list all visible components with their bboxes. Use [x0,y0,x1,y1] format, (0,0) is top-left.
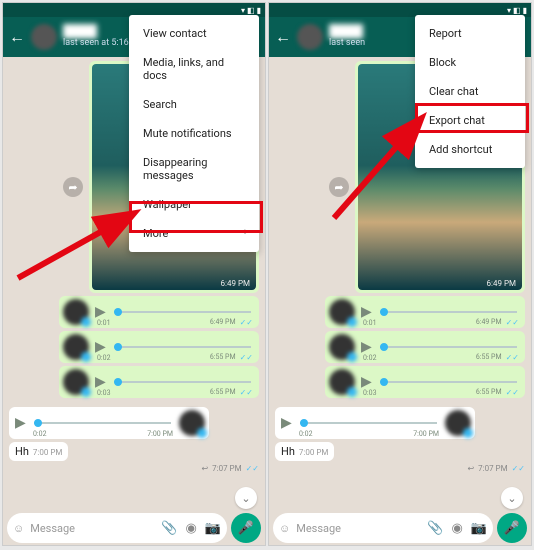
read-ticks-icon: ✓✓ [512,464,525,473]
read-ticks-icon: ✓✓ [240,318,253,327]
menu-report[interactable]: Report [415,19,525,48]
context-menu-more: Report Block Clear chat Export chat Add … [415,15,525,168]
play-icon[interactable]: ▶ [361,374,372,390]
camera-icon[interactable]: 📷 [205,521,221,536]
payment-icon[interactable]: ◉ [451,521,462,536]
phone-left: ▾ ◧ ▮ ← ████ last seen at 5:16 ▢ ✆ ⋮ ➦ 6… [2,2,266,546]
play-icon[interactable]: ▶ [95,304,106,320]
camera-icon[interactable]: 📷 [471,521,487,536]
read-ticks-icon: ✓✓ [240,353,253,362]
voice-duration: 0:02 [33,430,47,438]
avatar [329,369,355,395]
avatar [63,334,89,360]
play-icon[interactable]: ▶ [281,415,292,431]
msg-text: Hh [281,445,295,458]
emoji-icon[interactable]: ☺ [279,522,290,535]
voice-message[interactable]: ▶ 0:03 6:55 PM✓✓ [59,366,259,398]
read-ticks-icon: ✓✓ [506,318,519,327]
back-icon[interactable]: ← [275,27,291,47]
text-message[interactable]: Hh 7:00 PM [9,442,68,461]
menu-export-chat[interactable]: Export chat [415,106,525,135]
menu-disappearing[interactable]: Disappearing messages [129,148,259,190]
menu-clear-chat[interactable]: Clear chat [415,77,525,106]
emoji-icon[interactable]: ☺ [13,522,24,535]
mic-button[interactable]: 🎤 [497,513,527,543]
reply-indicator: ↩ 7:07 PM ✓✓ [201,464,259,473]
menu-media[interactable]: Media, links, and docs [129,48,259,90]
play-icon[interactable]: ▶ [95,339,106,355]
chevron-right-icon: ▸ [244,227,249,237]
reply-icon: ↩ [467,464,474,473]
menu-wallpaper[interactable]: Wallpaper [129,190,259,219]
avatar [329,334,355,360]
avatar [445,410,471,436]
play-icon[interactable]: ▶ [361,304,372,320]
msg-time: 6:49 PM [221,279,250,288]
menu-mute[interactable]: Mute notifications [129,119,259,148]
menu-add-shortcut[interactable]: Add shortcut [415,135,525,164]
message-input[interactable]: ☺ Message 📎 ◉ 📷 [273,513,493,543]
payment-icon[interactable]: ◉ [185,521,196,536]
back-icon[interactable]: ← [9,27,25,47]
phone-right: ▾ ◧ ▮ ← ████ last seen ▢ ✆ ⋮ ➦ 6:49 PM ▶… [268,2,532,546]
voice-message[interactable]: ▶ 0:01 6:49 PM✓✓ [59,296,259,328]
message-input[interactable]: ☺ Message 📎 ◉ 📷 [7,513,227,543]
voice-message[interactable]: ▶ 0:03 6:55 PM✓✓ [325,366,525,398]
msg-time: 7:00 PM [33,448,62,457]
avatar [179,410,205,436]
voice-message-incoming[interactable]: ▶ 0:02 7:00 PM [275,407,475,439]
mic-button[interactable]: 🎤 [231,513,261,543]
menu-more[interactable]: More ▸ [129,219,259,248]
text-message[interactable]: Hh 7:00 PM [275,442,334,461]
voice-message[interactable]: ▶ 0:01 6:49 PM✓✓ [325,296,525,328]
attach-icon[interactable]: 📎 [427,521,443,536]
voice-duration: 0:03 [97,389,111,397]
voice-duration: 0:03 [363,389,377,397]
voice-message-incoming[interactable]: ▶ 0:02 7:00 PM [9,407,209,439]
avatar[interactable] [31,24,57,50]
voice-message[interactable]: ▶ 0:02 6:55 PM✓✓ [325,331,525,363]
input-placeholder: Message [296,522,421,535]
voice-duration: 0:01 [363,319,377,327]
read-ticks-icon: ✓✓ [240,388,253,397]
play-icon[interactable]: ▶ [15,415,26,431]
voice-duration: 0:02 [363,354,377,362]
play-icon[interactable]: ▶ [95,374,106,390]
forward-icon[interactable]: ➦ [63,177,83,197]
attach-icon[interactable]: 📎 [161,521,177,536]
voice-duration: 0:01 [97,319,111,327]
avatar [329,299,355,325]
reply-icon: ↩ [201,464,208,473]
voice-duration: 0:02 [299,430,313,438]
avatar[interactable] [297,24,323,50]
avatar [63,369,89,395]
play-icon[interactable]: ▶ [361,339,372,355]
reply-indicator: ↩ 7:07 PM ✓✓ [467,464,525,473]
input-placeholder: Message [30,522,155,535]
voice-message[interactable]: ▶ 0:02 6:55 PM✓✓ [59,331,259,363]
msg-text: Hh [15,445,29,458]
voice-duration: 0:02 [97,354,111,362]
msg-time: 6:49 PM [487,279,516,288]
menu-search[interactable]: Search [129,90,259,119]
read-ticks-icon: ✓✓ [246,464,259,473]
scroll-down-button[interactable]: ⌄ [501,487,523,509]
menu-block[interactable]: Block [415,48,525,77]
input-bar: ☺ Message 📎 ◉ 📷 🎤 [7,513,261,543]
read-ticks-icon: ✓✓ [506,353,519,362]
menu-view-contact[interactable]: View contact [129,19,259,48]
msg-time: 7:00 PM [299,448,328,457]
context-menu: View contact Media, links, and docs Sear… [129,15,259,252]
avatar [63,299,89,325]
read-ticks-icon: ✓✓ [506,388,519,397]
forward-icon[interactable]: ➦ [329,177,349,197]
input-bar: ☺ Message 📎 ◉ 📷 🎤 [273,513,527,543]
scroll-down-button[interactable]: ⌄ [235,487,257,509]
